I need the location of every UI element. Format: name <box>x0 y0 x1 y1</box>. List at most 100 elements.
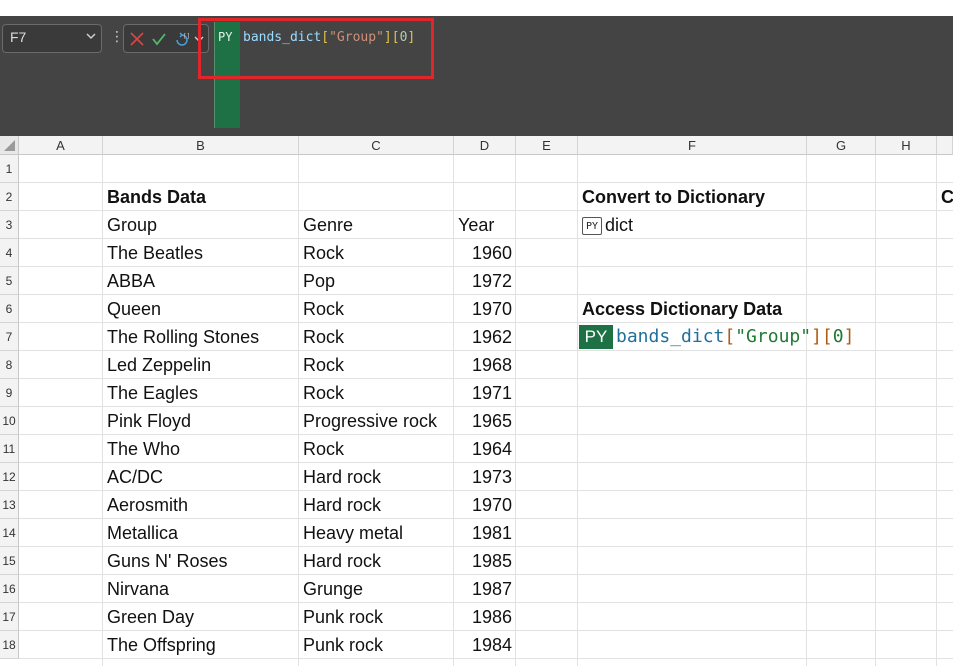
chevron-down-icon <box>86 33 96 40</box>
band-group-cell[interactable]: Aerosmith <box>103 491 299 519</box>
band-year-cell[interactable]: 1964 <box>454 435 516 463</box>
column-header-e[interactable]: E <box>516 136 578 155</box>
partial-cell-i2[interactable]: C <box>937 183 953 211</box>
cancel-icon[interactable] <box>129 31 145 47</box>
row-header-8[interactable]: 8 <box>0 351 19 379</box>
row-header-1[interactable]: 1 <box>0 155 19 183</box>
row-header-6[interactable]: 6 <box>0 295 19 323</box>
band-group-cell[interactable]: AC/DC <box>103 463 299 491</box>
band-year-cell[interactable]: 1970 <box>454 491 516 519</box>
band-genre-cell[interactable]: Rock <box>299 379 454 407</box>
band-group-cell[interactable]: The Rolling Stones <box>103 323 299 351</box>
band-group-cell[interactable]: The Eagles <box>103 379 299 407</box>
bands-title[interactable]: Bands Data <box>103 183 299 211</box>
band-year-cell[interactable]: 1984 <box>454 631 516 659</box>
row-header-2[interactable]: 2 <box>0 183 19 211</box>
column-header-g[interactable]: G <box>807 136 876 155</box>
convert-title[interactable]: Convert to Dictionary <box>578 183 807 211</box>
column-header-a[interactable]: A <box>19 136 103 155</box>
band-group-cell[interactable]: The Offspring <box>103 631 299 659</box>
formula-bar: F7 ⋮ [] PY bands_dict["Group"][0] <box>0 16 953 136</box>
band-genre-cell[interactable]: Hard rock <box>299 547 454 575</box>
column-header-h[interactable]: H <box>876 136 937 155</box>
band-group-cell[interactable]: The Who <box>103 435 299 463</box>
band-group-cell[interactable]: ABBA <box>103 267 299 295</box>
row-header-14[interactable]: 14 <box>0 519 19 547</box>
band-genre-cell[interactable]: Rock <box>299 435 454 463</box>
band-group-cell[interactable]: The Beatles <box>103 239 299 267</box>
row-header-13[interactable]: 13 <box>0 491 19 519</box>
python-output-mode-icon[interactable]: [] <box>174 31 190 47</box>
code-bracket: ] <box>811 326 822 347</box>
python-cell-badge: PY <box>579 325 613 349</box>
band-genre-cell[interactable]: Grunge <box>299 575 454 603</box>
band-year-cell[interactable]: 1981 <box>454 519 516 547</box>
spreadsheet-grid: ABCDEFGH 1 2 3 4 5 6 7 8 9 10 11 12 13 14 15 16 17 18 Ban… <box>0 136 953 666</box>
convert-result-cell[interactable]: PY dict <box>578 211 807 239</box>
band-genre-cell[interactable]: Punk rock <box>299 603 454 631</box>
row-header-4[interactable]: 4 <box>0 239 19 267</box>
band-year-cell[interactable]: 1987 <box>454 575 516 603</box>
row-header-11[interactable]: 11 <box>0 435 19 463</box>
header-genre[interactable]: Genre <box>299 211 454 239</box>
band-genre-cell[interactable]: Hard rock <box>299 463 454 491</box>
row-header-15[interactable]: 15 <box>0 547 19 575</box>
row-header-7[interactable]: 7 <box>0 323 19 351</box>
column-header-c[interactable]: C <box>299 136 454 155</box>
band-year-cell[interactable]: 1968 <box>454 351 516 379</box>
column-header-d[interactable]: D <box>454 136 516 155</box>
row-header-17[interactable]: 17 <box>0 603 19 631</box>
band-group-cell[interactable]: Queen <box>103 295 299 323</box>
band-genre-cell[interactable]: Hard rock <box>299 491 454 519</box>
band-genre-cell[interactable]: Rock <box>299 351 454 379</box>
row-header-16[interactable]: 16 <box>0 575 19 603</box>
access-title[interactable]: Access Dictionary Data <box>578 295 807 323</box>
band-genre-cell[interactable]: Rock <box>299 323 454 351</box>
row-header-3[interactable]: 3 <box>0 211 19 239</box>
band-year-cell[interactable]: 1973 <box>454 463 516 491</box>
band-group-cell[interactable]: Metallica <box>103 519 299 547</box>
grid-vertical-line <box>936 155 937 666</box>
band-group-cell[interactable]: Guns N' Roses <box>103 547 299 575</box>
band-genre-cell[interactable]: Pop <box>299 267 454 295</box>
select-all-corner[interactable] <box>0 136 19 155</box>
row-header-10[interactable]: 10 <box>0 407 19 435</box>
select-all-icon <box>4 140 15 151</box>
name-box[interactable]: F7 <box>2 24 102 53</box>
band-genre-cell[interactable]: Rock <box>299 239 454 267</box>
band-year-cell[interactable]: 1972 <box>454 267 516 295</box>
highlight-annotation <box>198 18 434 79</box>
column-header-b[interactable]: B <box>103 136 299 155</box>
band-year-cell[interactable]: 1962 <box>454 323 516 351</box>
header-group[interactable]: Group <box>103 211 299 239</box>
enter-check-icon[interactable] <box>151 31 167 47</box>
band-group-cell[interactable]: Nirvana <box>103 575 299 603</box>
band-group-cell[interactable]: Pink Floyd <box>103 407 299 435</box>
convert-result-value: dict <box>605 215 634 235</box>
band-year-cell[interactable]: 1960 <box>454 239 516 267</box>
row-header-18[interactable]: 18 <box>0 631 19 659</box>
band-year-cell[interactable]: 1985 <box>454 547 516 575</box>
band-year-cell[interactable]: 1971 <box>454 379 516 407</box>
code-bracket: ] <box>843 326 855 347</box>
band-year-cell[interactable]: 1970 <box>454 295 516 323</box>
band-year-cell[interactable]: 1986 <box>454 603 516 631</box>
active-cell-f7[interactable]: PY bands_dict["Group"][0] <box>579 323 879 351</box>
code-number: 0 <box>832 326 844 347</box>
column-header-partial[interactable] <box>937 136 953 155</box>
row-header-5[interactable]: 5 <box>0 267 19 295</box>
band-genre-cell[interactable]: Rock <box>299 295 454 323</box>
row-header-9[interactable]: 9 <box>0 379 19 407</box>
band-genre-cell[interactable]: Punk rock <box>299 631 454 659</box>
band-group-cell[interactable]: Led Zeppelin <box>103 351 299 379</box>
band-group-cell[interactable]: Green Day <box>103 603 299 631</box>
cell-formula-code: bands_dict["Group"][0] <box>616 323 854 351</box>
header-year[interactable]: Year <box>454 211 516 239</box>
band-genre-cell[interactable]: Progressive rock <box>299 407 454 435</box>
column-header-f[interactable]: F <box>578 136 807 155</box>
row-header-12[interactable]: 12 <box>0 463 19 491</box>
band-year-cell[interactable]: 1965 <box>454 407 516 435</box>
more-options-icon[interactable]: ⋮ <box>110 28 124 45</box>
name-box-value: F7 <box>10 29 27 45</box>
band-genre-cell[interactable]: Heavy metal <box>299 519 454 547</box>
